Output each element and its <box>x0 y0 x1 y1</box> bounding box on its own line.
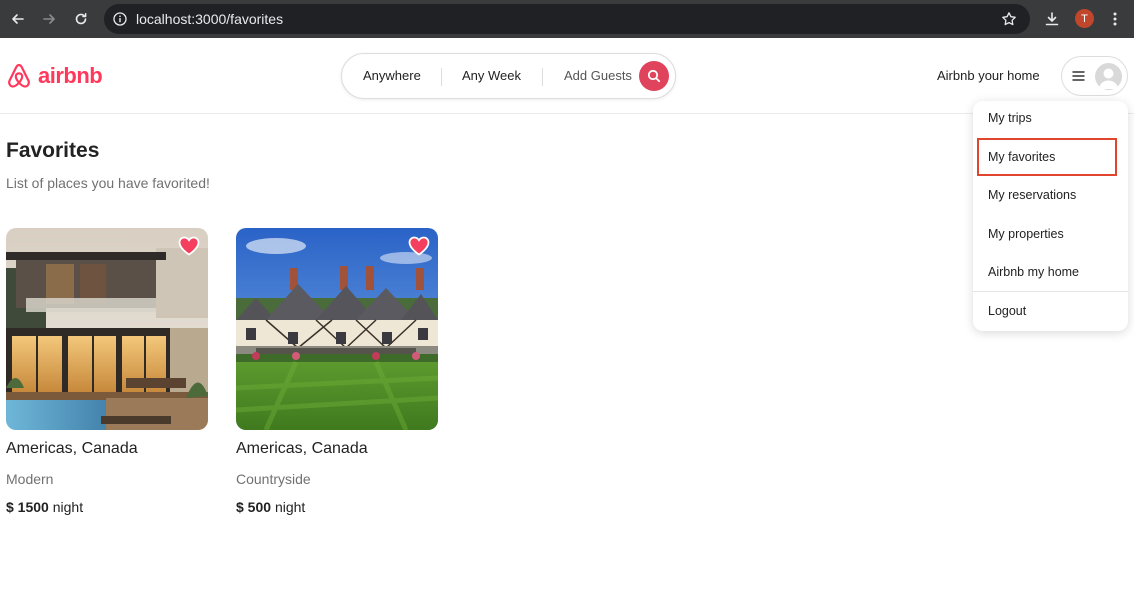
search-icon <box>647 69 661 83</box>
menu-item-my-reservations[interactable]: My reservations <box>988 188 1076 202</box>
user-placeholder-icon <box>1098 68 1119 89</box>
reload-icon <box>75 13 87 25</box>
logo[interactable]: airbnb <box>6 62 103 90</box>
menu-divider <box>973 291 1128 292</box>
app-header: airbnb Anywhere Any Week Add Guests Airb… <box>0 38 1134 114</box>
address-bar[interactable]: localhost:3000/favorites <box>104 4 1030 34</box>
menu-item-airbnb-my-home[interactable]: Airbnb my home <box>988 265 1079 279</box>
page-subtitle: List of places you have favorited! <box>6 175 210 191</box>
host-link[interactable]: Airbnb your home <box>937 68 1040 83</box>
heart-icon[interactable] <box>178 236 200 256</box>
listing-card[interactable]: Americas, Canada Modern $ 1500 night <box>6 228 208 515</box>
page-title: Favorites <box>6 139 100 162</box>
reload-button[interactable] <box>70 8 92 30</box>
user-dropdown-menu: My trips My favorites My reservations My… <box>973 101 1128 331</box>
more-vertical-icon[interactable] <box>1112 11 1118 27</box>
profile-avatar[interactable]: T <box>1075 9 1094 28</box>
listing-price: $ 1500 night <box>6 499 83 515</box>
menu-item-my-trips[interactable]: My trips <box>988 111 1032 125</box>
price-unit: night <box>52 499 84 515</box>
menu-item-logout[interactable]: Logout <box>988 304 1026 318</box>
countryside-house-image <box>236 228 438 430</box>
search-bar[interactable]: Anywhere Any Week Add Guests <box>341 53 676 99</box>
url-text[interactable]: localhost:3000/favorites <box>136 11 283 27</box>
listing-card[interactable]: Americas, Canada Countryside $ 500 night <box>236 228 438 515</box>
heart-icon[interactable] <box>408 236 430 256</box>
download-icon[interactable] <box>1044 11 1060 27</box>
price-amount: $ 1500 <box>6 499 49 515</box>
info-icon[interactable] <box>113 12 127 26</box>
search-when[interactable]: Any Week <box>462 68 521 83</box>
listing-location: Americas, Canada <box>236 440 368 457</box>
airbnb-logo-icon <box>8 63 30 88</box>
price-amount: $ 500 <box>236 499 272 515</box>
modern-house-image <box>6 228 208 430</box>
listing-image[interactable] <box>6 228 208 430</box>
user-menu-button[interactable] <box>1061 56 1128 96</box>
arrow-left-icon <box>12 14 24 24</box>
menu-item-my-properties[interactable]: My properties <box>988 227 1064 241</box>
listing-price: $ 500 night <box>236 499 305 515</box>
price-unit: night <box>274 499 306 515</box>
listing-image[interactable] <box>236 228 438 430</box>
star-icon[interactable] <box>1001 11 1017 27</box>
search-who[interactable]: Add Guests <box>564 68 632 83</box>
avatar <box>1095 63 1122 90</box>
arrow-right-icon <box>43 14 55 24</box>
back-button[interactable] <box>7 8 29 30</box>
logo-text: airbnb <box>38 63 103 88</box>
search-button[interactable] <box>639 61 669 91</box>
listing-category: Modern <box>6 471 54 487</box>
listing-category: Countryside <box>236 471 311 487</box>
search-divider <box>441 68 442 86</box>
hamburger-icon <box>1072 71 1085 81</box>
browser-toolbar: localhost:3000/favorites T <box>0 0 1134 38</box>
search-divider <box>542 68 543 86</box>
forward-button[interactable] <box>38 8 60 30</box>
search-where[interactable]: Anywhere <box>363 68 421 83</box>
menu-item-my-favorites[interactable]: My favorites <box>988 150 1055 164</box>
listing-location: Americas, Canada <box>6 440 138 457</box>
